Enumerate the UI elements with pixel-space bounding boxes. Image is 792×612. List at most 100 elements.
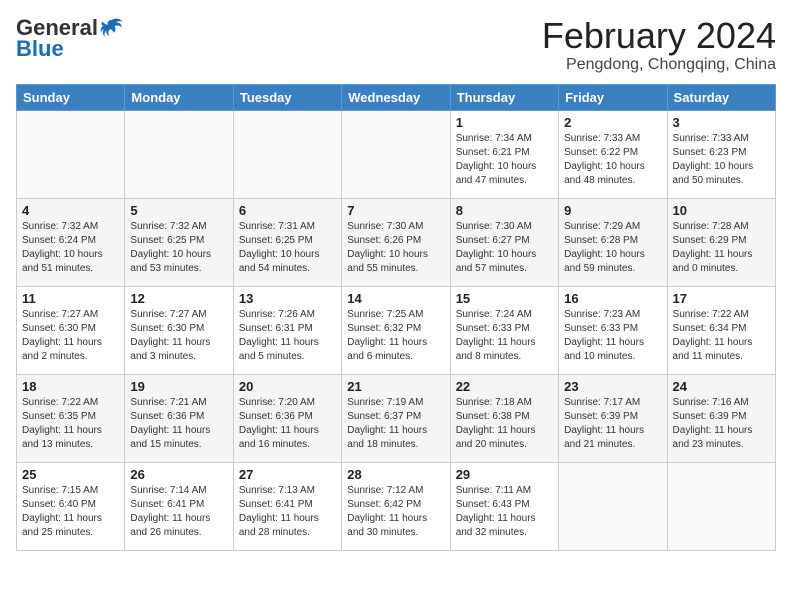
day-info: Sunrise: 7:17 AM Sunset: 6:39 PM Dayligh… [564,396,661,452]
calendar-cell: 29Sunrise: 7:11 AM Sunset: 6:43 PM Dayli… [450,462,558,550]
calendar-cell: 3 Sunrise: 7:33 AM Sunset: 6:23 PM Daylig… [667,110,775,198]
calendar-cell: 14 Sunrise: 7:25 AM Sunset: 6:32 PM Dayli… [342,286,450,374]
calendar-body: 1 Sunrise: 7:34 AM Sunset: 6:21 PM Daylig… [17,110,776,550]
calendar-cell: 25 Sunrise: 7:15 AM Sunset: 6:40 PM Dayli… [17,462,125,550]
calendar-week-row: 4 Sunrise: 7:32 AM Sunset: 6:24 PM Daylig… [17,198,776,286]
day-info: Sunrise: 7:33 AM Sunset: 6:23 PM Dayligh… [673,132,770,188]
calendar-cell: 15 Sunrise: 7:24 AM Sunset: 6:33 PM Dayli… [450,286,558,374]
calendar-header-friday: Friday [559,84,667,110]
calendar-cell: 4 Sunrise: 7:32 AM Sunset: 6:24 PM Daylig… [17,198,125,286]
calendar-cell: 23 Sunrise: 7:17 AM Sunset: 6:39 PM Dayli… [559,374,667,462]
day-info: Sunrise: 7:16 AM Sunset: 6:39 PM Dayligh… [673,396,770,452]
day-number: 6 [239,203,336,218]
day-info: Sunrise: 7:13 AM Sunset: 6:41 PM Dayligh… [239,484,336,540]
calendar-cell [125,110,233,198]
day-number: 9 [564,203,661,218]
day-number: 25 [22,467,119,482]
day-number: 4 [22,203,119,218]
calendar-week-row: 11 Sunrise: 7:27 AM Sunset: 6:30 PM Dayli… [17,286,776,374]
day-number: 24 [673,379,770,394]
logo-bird-icon [100,16,124,40]
day-info: Sunrise: 7:32 AM Sunset: 6:25 PM Dayligh… [130,220,227,276]
calendar-cell [233,110,341,198]
logo-blue-text: Blue [16,36,64,62]
calendar-cell: 1 Sunrise: 7:34 AM Sunset: 6:21 PM Daylig… [450,110,558,198]
day-number: 15 [456,291,553,306]
day-info: Sunrise: 7:33 AM Sunset: 6:22 PM Dayligh… [564,132,661,188]
day-number: 19 [130,379,227,394]
day-number: 17 [673,291,770,306]
calendar-cell: 10 Sunrise: 7:28 AM Sunset: 6:29 PM Dayli… [667,198,775,286]
calendar-cell: 16 Sunrise: 7:23 AM Sunset: 6:33 PM Dayli… [559,286,667,374]
day-info: Sunrise: 7:24 AM Sunset: 6:33 PM Dayligh… [456,308,553,364]
calendar-header-thursday: Thursday [450,84,558,110]
calendar-cell: 11 Sunrise: 7:27 AM Sunset: 6:30 PM Dayli… [17,286,125,374]
calendar-cell: 20Sunrise: 7:20 AM Sunset: 6:36 PM Dayli… [233,374,341,462]
day-info: Sunrise: 7:27 AM Sunset: 6:30 PM Dayligh… [130,308,227,364]
calendar-week-row: 1 Sunrise: 7:34 AM Sunset: 6:21 PM Daylig… [17,110,776,198]
day-number: 14 [347,291,444,306]
day-number: 7 [347,203,444,218]
day-number: 21 [347,379,444,394]
calendar-cell: 9 Sunrise: 7:29 AM Sunset: 6:28 PM Daylig… [559,198,667,286]
calendar-cell: 24 Sunrise: 7:16 AM Sunset: 6:39 PM Dayli… [667,374,775,462]
day-number: 22 [456,379,553,394]
day-info: Sunrise: 7:14 AM Sunset: 6:41 PM Dayligh… [130,484,227,540]
calendar-title: February 2024 [542,16,776,56]
logo: General Blue [16,16,124,62]
day-number: 26 [130,467,227,482]
calendar-cell [17,110,125,198]
day-number: 10 [673,203,770,218]
day-number: 29 [456,467,553,482]
calendar-week-row: 25 Sunrise: 7:15 AM Sunset: 6:40 PM Dayli… [17,462,776,550]
day-info: Sunrise: 7:29 AM Sunset: 6:28 PM Dayligh… [564,220,661,276]
day-info: Sunrise: 7:15 AM Sunset: 6:40 PM Dayligh… [22,484,119,540]
day-number: 1 [456,115,553,130]
day-info: Sunrise: 7:18 AM Sunset: 6:38 PM Dayligh… [456,396,553,452]
day-number: 13 [239,291,336,306]
calendar-cell: 28 Sunrise: 7:12 AM Sunset: 6:42 PM Dayli… [342,462,450,550]
day-info: Sunrise: 7:12 AM Sunset: 6:42 PM Dayligh… [347,484,444,540]
day-info: Sunrise: 7:34 AM Sunset: 6:21 PM Dayligh… [456,132,553,188]
day-number: 11 [22,291,119,306]
title-block: February 2024 Pengdong, Chongqing, China [542,16,776,74]
calendar-header-row: SundayMondayTuesdayWednesdayThursdayFrid… [17,84,776,110]
day-info: Sunrise: 7:22 AM Sunset: 6:34 PM Dayligh… [673,308,770,364]
day-info: Sunrise: 7:21 AM Sunset: 6:36 PM Dayligh… [130,396,227,452]
day-info: Sunrise: 7:22 AM Sunset: 6:35 PM Dayligh… [22,396,119,452]
day-info: Sunrise: 7:32 AM Sunset: 6:24 PM Dayligh… [22,220,119,276]
day-number: 5 [130,203,227,218]
calendar-cell: 5 Sunrise: 7:32 AM Sunset: 6:25 PM Daylig… [125,198,233,286]
calendar-cell: 26 Sunrise: 7:14 AM Sunset: 6:41 PM Dayli… [125,462,233,550]
page-header: General Blue February 2024 Pengdong, Cho… [16,16,776,74]
day-info: Sunrise: 7:23 AM Sunset: 6:33 PM Dayligh… [564,308,661,364]
calendar-cell: 2 Sunrise: 7:33 AM Sunset: 6:22 PM Daylig… [559,110,667,198]
day-number: 16 [564,291,661,306]
day-info: Sunrise: 7:27 AM Sunset: 6:30 PM Dayligh… [22,308,119,364]
calendar-header-sunday: Sunday [17,84,125,110]
calendar-table: SundayMondayTuesdayWednesdayThursdayFrid… [16,84,776,551]
day-number: 28 [347,467,444,482]
day-info: Sunrise: 7:28 AM Sunset: 6:29 PM Dayligh… [673,220,770,276]
calendar-cell [667,462,775,550]
day-number: 23 [564,379,661,394]
calendar-week-row: 18 Sunrise: 7:22 AM Sunset: 6:35 PM Dayli… [17,374,776,462]
day-info: Sunrise: 7:31 AM Sunset: 6:25 PM Dayligh… [239,220,336,276]
day-info: Sunrise: 7:25 AM Sunset: 6:32 PM Dayligh… [347,308,444,364]
calendar-cell: 22 Sunrise: 7:18 AM Sunset: 6:38 PM Dayli… [450,374,558,462]
calendar-subtitle: Pengdong, Chongqing, China [542,56,776,74]
day-number: 27 [239,467,336,482]
day-number: 3 [673,115,770,130]
calendar-cell: 13Sunrise: 7:26 AM Sunset: 6:31 PM Dayli… [233,286,341,374]
calendar-cell: 17 Sunrise: 7:22 AM Sunset: 6:34 PM Dayli… [667,286,775,374]
day-number: 18 [22,379,119,394]
day-info: Sunrise: 7:30 AM Sunset: 6:26 PM Dayligh… [347,220,444,276]
day-number: 2 [564,115,661,130]
calendar-header-monday: Monday [125,84,233,110]
calendar-cell: 27 Sunrise: 7:13 AM Sunset: 6:41 PM Dayli… [233,462,341,550]
calendar-header-tuesday: Tuesday [233,84,341,110]
day-number: 12 [130,291,227,306]
calendar-cell: 21Sunrise: 7:19 AM Sunset: 6:37 PM Dayli… [342,374,450,462]
day-info: Sunrise: 7:30 AM Sunset: 6:27 PM Dayligh… [456,220,553,276]
calendar-header-saturday: Saturday [667,84,775,110]
